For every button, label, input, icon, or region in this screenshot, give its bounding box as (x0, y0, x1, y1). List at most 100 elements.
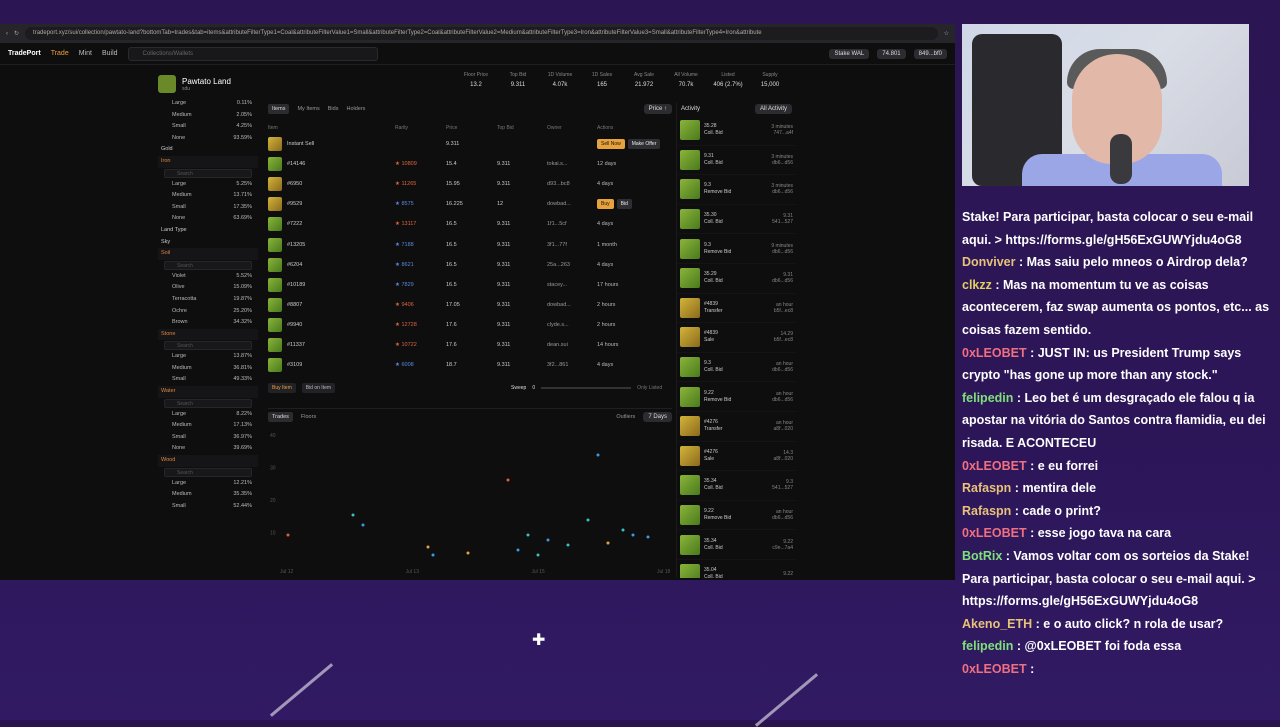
trade-point[interactable] (286, 533, 290, 537)
chat-username[interactable]: 0xLEOBET (962, 526, 1027, 540)
wallet-button[interactable]: 849...bf0 (913, 48, 947, 59)
trade-point[interactable] (431, 553, 435, 557)
filter-search-input[interactable]: Search (164, 398, 252, 408)
tab-bids[interactable]: Bids (328, 106, 339, 112)
filter-option[interactable]: Large 0.11% (158, 98, 258, 110)
activity-row[interactable]: 35.34 Coll. Bid 9.22 c9e...7a4 (677, 530, 796, 560)
filter-option[interactable]: Small 4.25% (158, 121, 258, 133)
trade-point[interactable] (351, 513, 355, 517)
filter-search-input[interactable]: Search (164, 467, 252, 477)
filter-search-input[interactable]: Search (164, 168, 252, 178)
bid-button[interactable]: Bid (616, 199, 632, 210)
range-select[interactable]: 7 Days (643, 412, 672, 422)
activity-row[interactable]: #4276 Transfer an hour a8f...020 (677, 412, 796, 442)
filter-option[interactable]: Terracotta 19.87% (158, 294, 258, 306)
filter-section-header[interactable]: Sky (158, 237, 258, 249)
filter-option[interactable]: Violet 5.52% (158, 271, 258, 283)
activity-row[interactable]: #4839 Sale 14.29 b5f...ec8 (677, 323, 796, 353)
star-icon[interactable]: ☆ (944, 30, 949, 37)
buy-button[interactable]: Buy (597, 199, 614, 210)
owner[interactable]: 25a...263 (547, 262, 597, 268)
tab-holders[interactable]: Holders (346, 106, 365, 112)
filter-search-input[interactable]: Search (164, 341, 252, 351)
nav-trade[interactable]: Trade (51, 50, 69, 57)
chat-username[interactable]: BotRix (962, 549, 1002, 563)
filter-option[interactable]: Large 5.25% (158, 179, 258, 191)
filter-section-header[interactable]: Soil (158, 248, 258, 260)
owner[interactable]: clyde.s... (547, 322, 597, 328)
tab-trades[interactable]: Trades (268, 412, 293, 422)
owner[interactable]: dowbad... (547, 201, 597, 207)
table-row[interactable]: #3109 ★ 6008 18.7 9.311 3f2...861 4 days (268, 355, 672, 375)
price-sort-select[interactable]: Price ↑ (643, 104, 672, 114)
trade-point[interactable] (516, 548, 520, 552)
activity-row[interactable]: 35.29 Coll. Bid 9.31 db6...d56 (677, 264, 796, 294)
column-header[interactable]: Owner (547, 125, 597, 131)
address-bar[interactable]: tradeport.xyz/sui/collection/pawtato-lan… (25, 27, 938, 40)
table-row[interactable]: #14146 ★ 10809 15.4 9.311 tokai.s... 12 days (268, 154, 672, 174)
stake-button[interactable]: Stake WAL (829, 48, 870, 59)
trade-point[interactable] (506, 478, 510, 482)
filter-option[interactable]: Large 8.22% (158, 409, 258, 421)
owner[interactable]: 3f2...861 (547, 362, 597, 368)
site-logo[interactable]: TradePort (8, 50, 41, 57)
activity-row[interactable]: #4839 Transfer an hour b5f...ec8 (677, 294, 796, 324)
owner[interactable]: 1f1...5cf (547, 221, 597, 227)
table-row[interactable]: #6950 ★ 11265 15.95 9.311 d93...bc8 4 days (268, 174, 672, 194)
trade-point[interactable] (361, 523, 365, 527)
activity-row[interactable]: 35.30 Coll. Bid 9.31 541...527 (677, 205, 796, 235)
tab-floors[interactable]: Floors (301, 414, 316, 420)
trade-point[interactable] (526, 533, 530, 537)
chat-username[interactable]: 0xLEOBET (962, 346, 1027, 360)
filter-section-header[interactable]: Iron (158, 155, 258, 168)
trade-point[interactable] (621, 528, 625, 532)
table-row[interactable]: #8807 ★ 9406 17.05 9.311 dowbad... 2 hours (268, 295, 672, 315)
trade-point[interactable] (586, 518, 590, 522)
table-row[interactable]: #9529 ★ 8575 16.225 12 dowbad... Buy Bid (268, 194, 672, 214)
filter-option[interactable]: Small 52.44% (158, 501, 258, 513)
owner[interactable]: stacey... (547, 282, 597, 288)
table-row[interactable]: #13205 ★ 7188 16.5 9.311 3f1...77f 1 month (268, 234, 672, 254)
column-header[interactable]: Item (268, 125, 395, 131)
sweep-value[interactable]: 0 (532, 385, 535, 391)
buy-item-button[interactable]: Buy Item (268, 383, 296, 393)
filter-section-header[interactable]: Land Type (158, 225, 258, 237)
activity-row[interactable]: #4276 Sale 14.3 a8f...020 (677, 442, 796, 472)
column-header[interactable]: Top Bid (497, 125, 547, 131)
filter-option[interactable]: Ochre 25.20% (158, 306, 258, 318)
trade-point[interactable] (426, 545, 430, 549)
filter-option[interactable]: Medium 35.35% (158, 489, 258, 501)
table-row[interactable]: #9940 ★ 12728 17.6 9.311 clyde.s... 2 hours (268, 315, 672, 335)
filter-option[interactable]: Large 12.21% (158, 478, 258, 490)
column-header[interactable]: Actions (597, 125, 667, 131)
sweep-slider[interactable] (541, 387, 632, 389)
sell-now-button[interactable]: Sell Now (597, 139, 625, 150)
filter-option[interactable]: Medium 2.05% (158, 110, 258, 122)
activity-row[interactable]: 9.22 Remove Bid an hour db6...d56 (677, 382, 796, 412)
table-row[interactable]: #10189 ★ 7829 16.5 9.311 stacey... 17 hours (268, 275, 672, 295)
table-row[interactable]: #11337 ★ 10722 17.6 9.311 dean.sui 14 hours (268, 335, 672, 355)
activity-row[interactable]: 35.04 Coll. Bid 9.22 (677, 560, 796, 578)
owner[interactable]: dean.sui (547, 342, 597, 348)
chat-username[interactable]: Rafaspn (962, 504, 1011, 518)
chat-username[interactable]: felipedin (962, 391, 1013, 405)
trade-point[interactable] (536, 553, 540, 557)
filter-option[interactable]: Medium 13.71% (158, 190, 258, 202)
filter-option[interactable]: None 63.69% (158, 213, 258, 225)
bid-item-button[interactable]: Bid on Item (301, 383, 336, 393)
filter-option[interactable]: None 93.59% (158, 133, 258, 145)
make-offer-button[interactable]: Make Offer (627, 139, 661, 150)
trade-point[interactable] (566, 543, 570, 547)
table-row[interactable]: #7222 ★ 13117 16.5 9.311 1f1...5cf 4 days (268, 214, 672, 234)
filter-option[interactable]: Small 17.35% (158, 202, 258, 214)
column-header[interactable]: Rarity (395, 125, 446, 131)
filter-option[interactable]: Medium 17.13% (158, 420, 258, 432)
activity-row[interactable]: 9.22 Remove Bid an hour db6...d56 (677, 501, 796, 531)
reload-icon[interactable]: ↻ (14, 30, 19, 37)
trade-point[interactable] (606, 541, 610, 545)
filter-search-input[interactable]: Search (164, 260, 252, 270)
chat-username[interactable]: 0xLEOBET (962, 459, 1027, 473)
activity-row[interactable]: 9.31 Coll. Bid 3 minutes db6...d56 (677, 146, 796, 176)
tab-my-items[interactable]: My Items (297, 106, 319, 112)
owner[interactable]: dowbad... (547, 302, 597, 308)
